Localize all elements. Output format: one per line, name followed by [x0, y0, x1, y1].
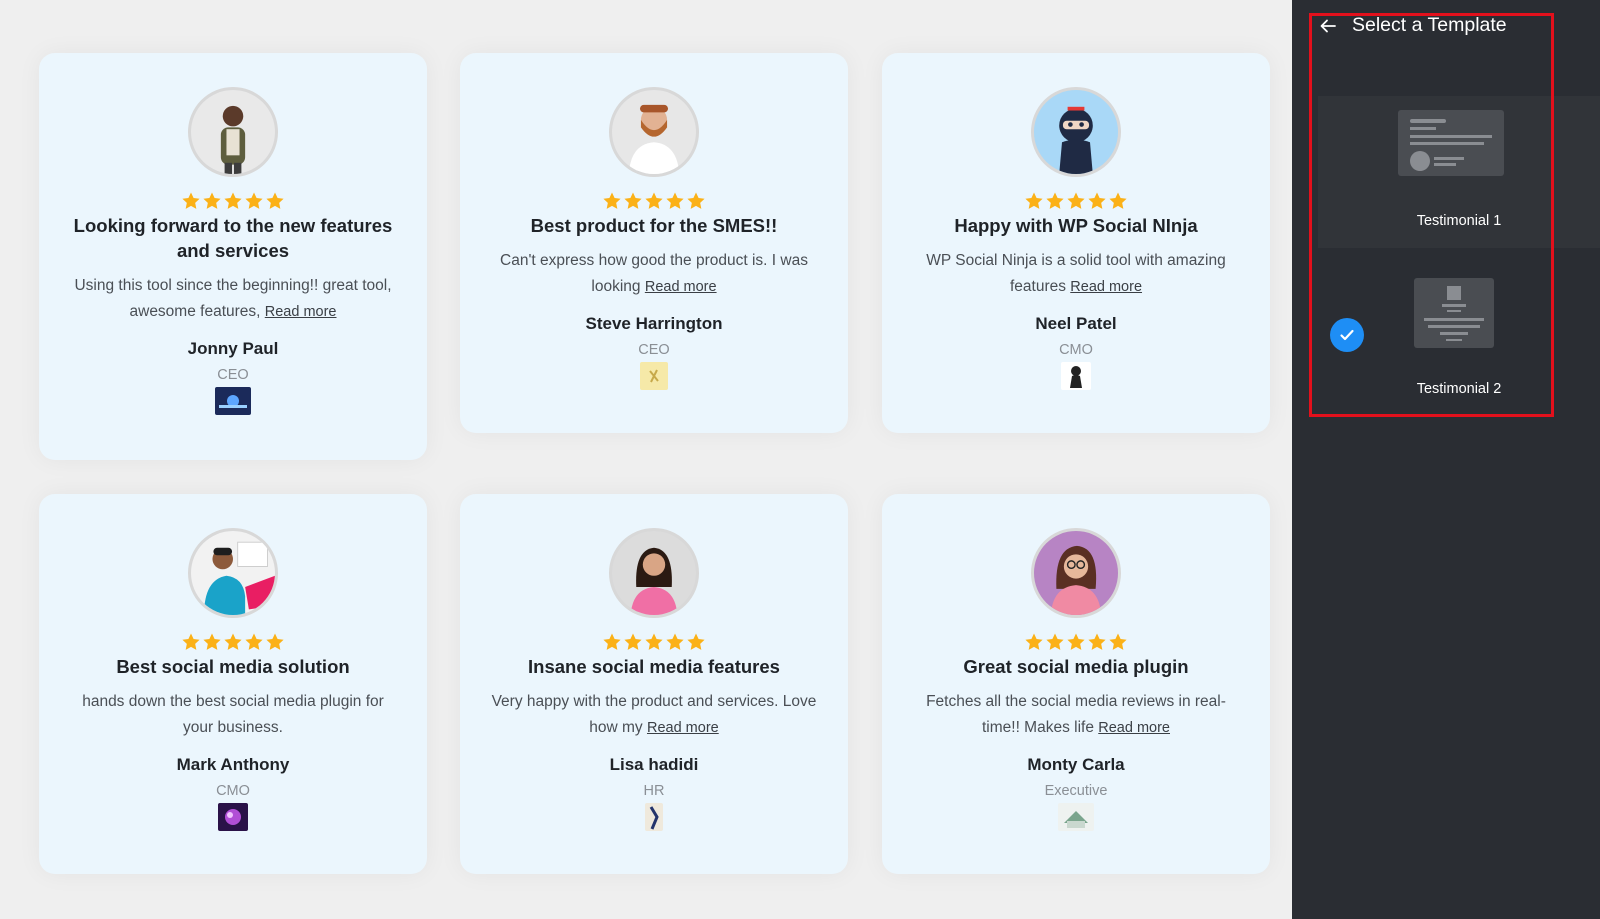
star-icon: [202, 191, 222, 211]
rating-stars: [1024, 191, 1128, 211]
testimonial-card: Best social media solution hands down th…: [39, 494, 427, 874]
company-logo: [1061, 362, 1091, 390]
reviewer-avatar: [609, 528, 699, 618]
company-logo: [645, 803, 663, 831]
star-icon: [223, 191, 243, 211]
star-icon: [202, 632, 222, 652]
reviewer-role: CEO: [217, 367, 249, 383]
rating-stars: [1024, 632, 1128, 652]
star-icon: [686, 632, 706, 652]
testimonial-card: Insane social media features Very happy …: [460, 494, 848, 874]
reviewer-role: CEO: [638, 342, 670, 358]
star-icon: [244, 191, 264, 211]
rating-stars: [602, 191, 706, 211]
star-icon: [644, 632, 664, 652]
star-icon: [1066, 632, 1086, 652]
rating-stars: [181, 191, 285, 211]
star-icon: [1108, 632, 1128, 652]
reviewer-avatar: [188, 87, 278, 177]
panel-header: Select a Template: [1318, 14, 1507, 37]
company-logo: [215, 387, 251, 415]
testimonial-card: Best product for the SMES!! Can't expres…: [460, 53, 848, 433]
reviewer-avatar: [1031, 528, 1121, 618]
testimonial-card: Great social media plugin Fetches all th…: [882, 494, 1270, 874]
reviewer-avatar: [609, 87, 699, 177]
rating-stars: [181, 632, 285, 652]
testimonial-card: Looking forward to the new features and …: [39, 53, 427, 460]
star-icon: [665, 191, 685, 211]
review-excerpt: hands down the best social media plugin …: [82, 693, 384, 736]
review-excerpt: Fetches all the social media reviews in …: [926, 693, 1226, 736]
company-logo: [1058, 803, 1094, 831]
star-icon: [644, 191, 664, 211]
star-icon: [602, 191, 622, 211]
template-label: Testimonial 2: [1416, 381, 1502, 397]
template-selector-panel: Select a Template Testimonial 1 Testimon…: [1292, 0, 1600, 919]
template-option-testimonial-1[interactable]: Testimonial 1: [1318, 96, 1600, 248]
reviewer-role: Executive: [1044, 783, 1108, 799]
checkmark-icon: [1330, 318, 1364, 352]
star-icon: [1087, 632, 1107, 652]
review-text: Using this tool since the beginning!! gr…: [69, 273, 397, 325]
read-more-link[interactable]: Read more: [1070, 279, 1142, 295]
star-icon: [265, 632, 285, 652]
review-title: Looking forward to the new features and …: [73, 215, 393, 261]
review-title: Best social media solution: [116, 656, 350, 677]
arrow-left-icon[interactable]: [1318, 16, 1338, 36]
review-text: WP Social Ninja is a solid tool with ama…: [912, 248, 1240, 300]
reviewer-avatar: [1031, 87, 1121, 177]
review-title: Best product for the SMES!!: [530, 215, 778, 236]
star-icon: [1087, 191, 1107, 211]
read-more-link[interactable]: Read more: [1098, 720, 1170, 736]
panel-title: Select a Template: [1352, 14, 1507, 36]
testimonial-preview-canvas: Looking forward to the new features and …: [0, 0, 1292, 919]
review-title: Great social media plugin: [963, 656, 1189, 677]
star-icon: [223, 632, 243, 652]
review-text: hands down the best social media plugin …: [69, 689, 397, 741]
star-icon: [265, 191, 285, 211]
star-icon: [623, 191, 643, 211]
star-icon: [686, 191, 706, 211]
review-title: Insane social media features: [528, 656, 780, 677]
company-logo: [218, 803, 248, 831]
review-excerpt: Using this tool since the beginning!! gr…: [74, 277, 392, 320]
reviewer-name: Mark Anthony: [176, 755, 290, 774]
reviewer-name: Jonny Paul: [187, 339, 279, 358]
reviewer-role: CMO: [1059, 342, 1093, 358]
review-text: Very happy with the product and services…: [490, 689, 818, 741]
star-icon: [1045, 191, 1065, 211]
read-more-link[interactable]: Read more: [645, 279, 717, 295]
review-text: Fetches all the social media reviews in …: [912, 689, 1240, 741]
template-thumbnail: [1414, 278, 1494, 348]
star-icon: [665, 632, 685, 652]
star-icon: [1108, 191, 1128, 211]
reviewer-role: CMO: [216, 783, 250, 799]
star-icon: [1045, 632, 1065, 652]
star-icon: [602, 632, 622, 652]
reviewer-name: Monty Carla: [1027, 755, 1125, 774]
reviewer-name: Steve Harrington: [585, 314, 723, 333]
review-title: Happy with WP Social NInja: [954, 215, 1198, 236]
company-logo: [640, 362, 668, 390]
review-text: Can't express how good the product is. I…: [490, 248, 818, 300]
template-label: Testimonial 1: [1416, 213, 1502, 229]
read-more-link[interactable]: Read more: [647, 720, 719, 736]
star-icon: [1066, 191, 1086, 211]
star-icon: [244, 632, 264, 652]
testimonial-card: Happy with WP Social NInja WP Social Nin…: [882, 53, 1270, 433]
reviewer-role: HR: [643, 783, 665, 799]
read-more-link[interactable]: Read more: [265, 304, 337, 320]
star-icon: [1024, 191, 1044, 211]
template-option-testimonial-2[interactable]: Testimonial 2: [1318, 262, 1600, 410]
star-icon: [623, 632, 643, 652]
star-icon: [1024, 632, 1044, 652]
template-thumbnail: [1398, 110, 1504, 176]
reviewer-name: Neel Patel: [1035, 314, 1117, 333]
reviewer-avatar: [188, 528, 278, 618]
star-icon: [181, 191, 201, 211]
rating-stars: [602, 632, 706, 652]
star-icon: [181, 632, 201, 652]
reviewer-name: Lisa hadidi: [609, 755, 699, 774]
